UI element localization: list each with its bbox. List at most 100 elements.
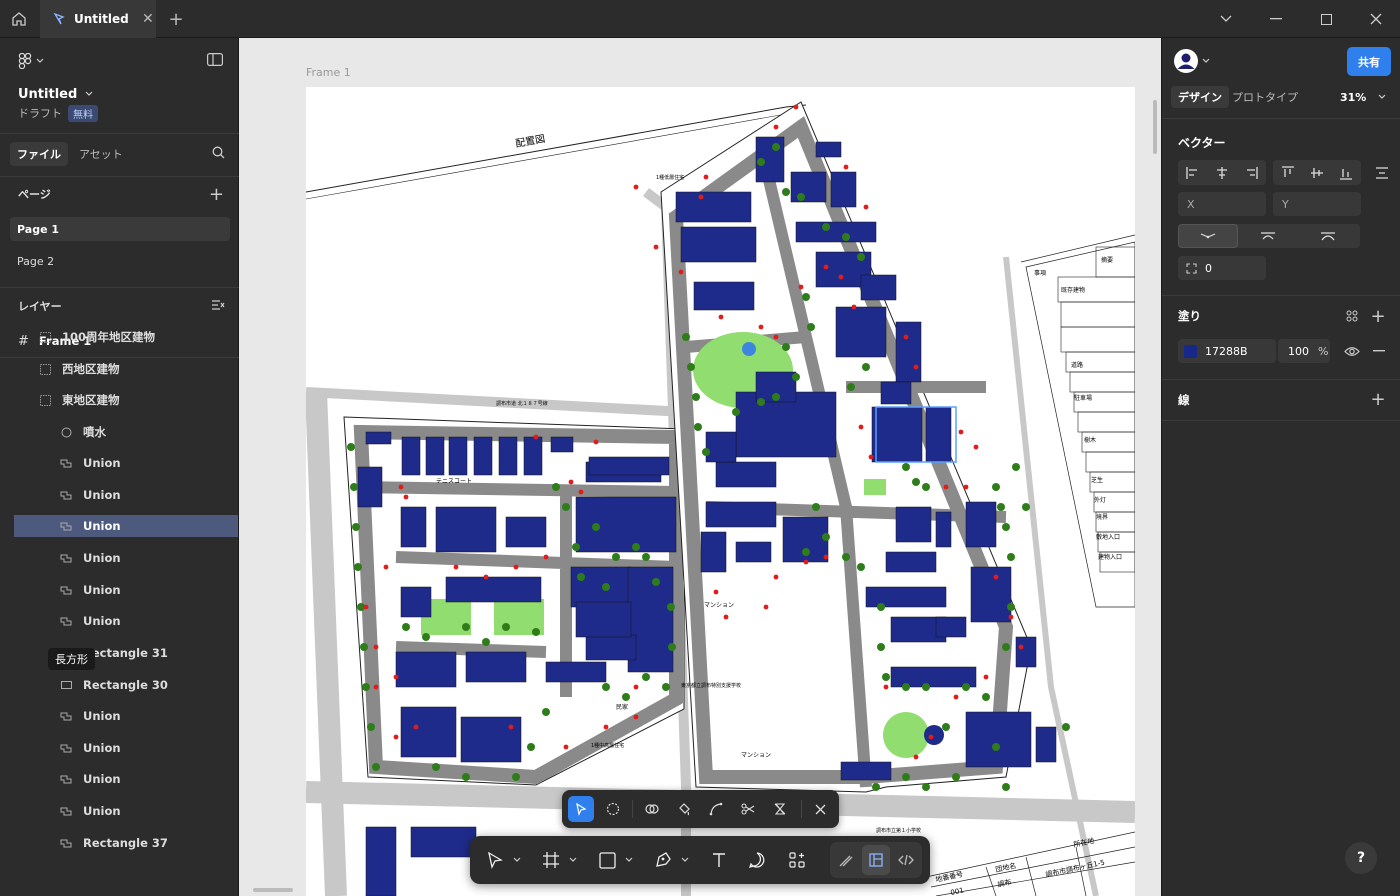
frame-tool[interactable] bbox=[536, 836, 566, 884]
minimize-button[interactable] bbox=[1256, 0, 1296, 38]
draw-mode-button[interactable] bbox=[832, 842, 860, 878]
move-tool[interactable] bbox=[480, 836, 510, 884]
lasso-tool[interactable] bbox=[600, 790, 626, 828]
add-stroke-button[interactable]: + bbox=[1369, 389, 1387, 410]
fill-color-field[interactable]: 17288B bbox=[1178, 339, 1276, 363]
mirror-none-button[interactable] bbox=[1178, 224, 1238, 248]
fill-opacity-field[interactable]: 100 % bbox=[1278, 339, 1330, 363]
mirror-angle-button[interactable] bbox=[1238, 224, 1298, 248]
site-map[interactable]: 配置図 テニスコート マンション マンション 民家 東京都立調布特別支援学校 1… bbox=[306, 87, 1135, 896]
add-page-button[interactable]: + bbox=[209, 184, 224, 205]
rectangle-tool[interactable] bbox=[592, 836, 622, 884]
frame-tool-menu[interactable] bbox=[566, 836, 580, 884]
comment-tool[interactable] bbox=[742, 836, 772, 884]
frame-label[interactable]: Frame 1 bbox=[306, 66, 351, 79]
dev-mode-button[interactable] bbox=[892, 842, 920, 878]
toggle-sidebar-button[interactable] bbox=[207, 53, 224, 69]
remove-fill-button[interactable] bbox=[1370, 343, 1388, 359]
layer-item[interactable]: Union bbox=[14, 547, 238, 569]
layer-item[interactable]: Union bbox=[14, 484, 238, 506]
pen-tool[interactable] bbox=[648, 836, 678, 884]
tab-file[interactable]: ファイル bbox=[10, 142, 68, 166]
layer-item[interactable]: 100周年地区建物 bbox=[14, 326, 238, 348]
tree-marker bbox=[1022, 503, 1030, 511]
layer-item[interactable]: 東地区建物 bbox=[14, 389, 238, 411]
actions-tool[interactable] bbox=[782, 836, 812, 884]
layer-item[interactable]: Union bbox=[14, 452, 238, 474]
distribute-button[interactable] bbox=[1372, 160, 1392, 185]
layer-item[interactable]: Union bbox=[14, 515, 238, 537]
toggle-fill-visibility-button[interactable] bbox=[1343, 343, 1361, 359]
layer-item[interactable]: Rectangle 37 bbox=[14, 832, 238, 854]
map-label: 民家 bbox=[616, 703, 628, 711]
flatten-tool[interactable] bbox=[767, 790, 793, 828]
fill-swatch[interactable] bbox=[1184, 344, 1197, 358]
vector-move-tool[interactable] bbox=[568, 796, 594, 822]
light-marker bbox=[698, 194, 704, 200]
horizontal-scrollbar[interactable] bbox=[253, 888, 293, 892]
tree-marker bbox=[702, 448, 710, 456]
align-bottom-button[interactable] bbox=[1331, 160, 1360, 185]
align-left-button[interactable] bbox=[1178, 160, 1207, 185]
maximize-button[interactable] bbox=[1306, 0, 1346, 38]
close-tab-icon[interactable]: ✕ bbox=[142, 11, 154, 27]
layer-item[interactable]: Union bbox=[14, 737, 238, 759]
bend-tool[interactable] bbox=[703, 790, 729, 828]
avatar-menu[interactable] bbox=[1174, 49, 1210, 73]
layer-item[interactable]: 西地区建物 bbox=[14, 358, 238, 380]
canvas[interactable]: Frame 1 配置図 テニスコート マンション マンション 民家 東京都立調布… bbox=[239, 38, 1161, 896]
chevron-down-icon[interactable] bbox=[85, 91, 93, 97]
layer-item[interactable]: Union bbox=[14, 610, 238, 632]
zoom-control[interactable]: 31% bbox=[1340, 86, 1386, 108]
file-name[interactable]: Untitled bbox=[18, 87, 77, 102]
text-tool[interactable] bbox=[704, 836, 734, 884]
shape-builder-tool[interactable] bbox=[639, 790, 665, 828]
design-mode-button[interactable] bbox=[862, 845, 890, 875]
main-menu-button[interactable] bbox=[18, 53, 44, 69]
exit-edit-button[interactable] bbox=[807, 790, 833, 828]
shape-tool-menu[interactable] bbox=[622, 836, 636, 884]
tab-prototype[interactable]: プロトタイプ bbox=[1232, 86, 1298, 108]
close-window-button[interactable] bbox=[1356, 0, 1396, 38]
tree-marker bbox=[802, 548, 810, 556]
paint-bucket-tool[interactable] bbox=[671, 790, 697, 828]
new-tab-button[interactable]: + bbox=[164, 0, 188, 38]
layer-item[interactable]: Union bbox=[14, 800, 238, 822]
move-tool-menu[interactable] bbox=[510, 836, 524, 884]
tab-assets[interactable]: アセット bbox=[74, 142, 128, 166]
layer-item[interactable]: Union bbox=[14, 579, 238, 601]
x-field[interactable]: X bbox=[1178, 192, 1266, 216]
help-button[interactable]: ? bbox=[1345, 842, 1377, 874]
vertical-scrollbar[interactable] bbox=[1153, 100, 1157, 154]
y-field[interactable]: Y bbox=[1273, 192, 1361, 216]
layer-item[interactable]: Union bbox=[14, 705, 238, 727]
light-marker bbox=[593, 439, 599, 445]
mirror-all-button[interactable] bbox=[1298, 224, 1358, 248]
home-button[interactable] bbox=[0, 0, 38, 38]
share-button[interactable]: 共有 bbox=[1347, 47, 1391, 76]
cut-tool[interactable] bbox=[735, 790, 761, 828]
layer-options-button[interactable] bbox=[211, 299, 225, 314]
layer-item[interactable]: 噴水 bbox=[14, 421, 238, 443]
tree-marker bbox=[877, 643, 885, 651]
chevron-down-icon[interactable] bbox=[1206, 0, 1246, 38]
layer-item[interactable]: Union bbox=[14, 768, 238, 790]
align-middle-button[interactable] bbox=[1302, 160, 1331, 185]
file-tab[interactable]: Untitled ✕ bbox=[40, 0, 156, 38]
tab-design[interactable]: デザイン bbox=[1171, 86, 1229, 108]
page-item-2[interactable]: Page 2 bbox=[10, 249, 230, 273]
frame-1[interactable]: 配置図 テニスコート マンション マンション 民家 東京都立調布特別支援学校 1… bbox=[306, 87, 1135, 896]
align-center-h-button[interactable] bbox=[1207, 160, 1236, 185]
align-right-button[interactable] bbox=[1236, 160, 1265, 185]
tree-marker bbox=[694, 423, 702, 431]
search-button[interactable] bbox=[212, 146, 225, 162]
corner-radius-field[interactable]: 0 bbox=[1178, 256, 1266, 280]
layer-item[interactable]: Rectangle 30 bbox=[14, 674, 238, 696]
add-fill-button[interactable]: + bbox=[1369, 306, 1387, 327]
align-top-button[interactable] bbox=[1273, 160, 1302, 185]
align-right-icon bbox=[1246, 166, 1258, 179]
pen-tool-menu[interactable] bbox=[678, 836, 692, 884]
page-item-1[interactable]: Page 1 bbox=[10, 217, 230, 241]
fill-styles-button[interactable] bbox=[1343, 307, 1361, 325]
tree-marker bbox=[812, 503, 820, 511]
